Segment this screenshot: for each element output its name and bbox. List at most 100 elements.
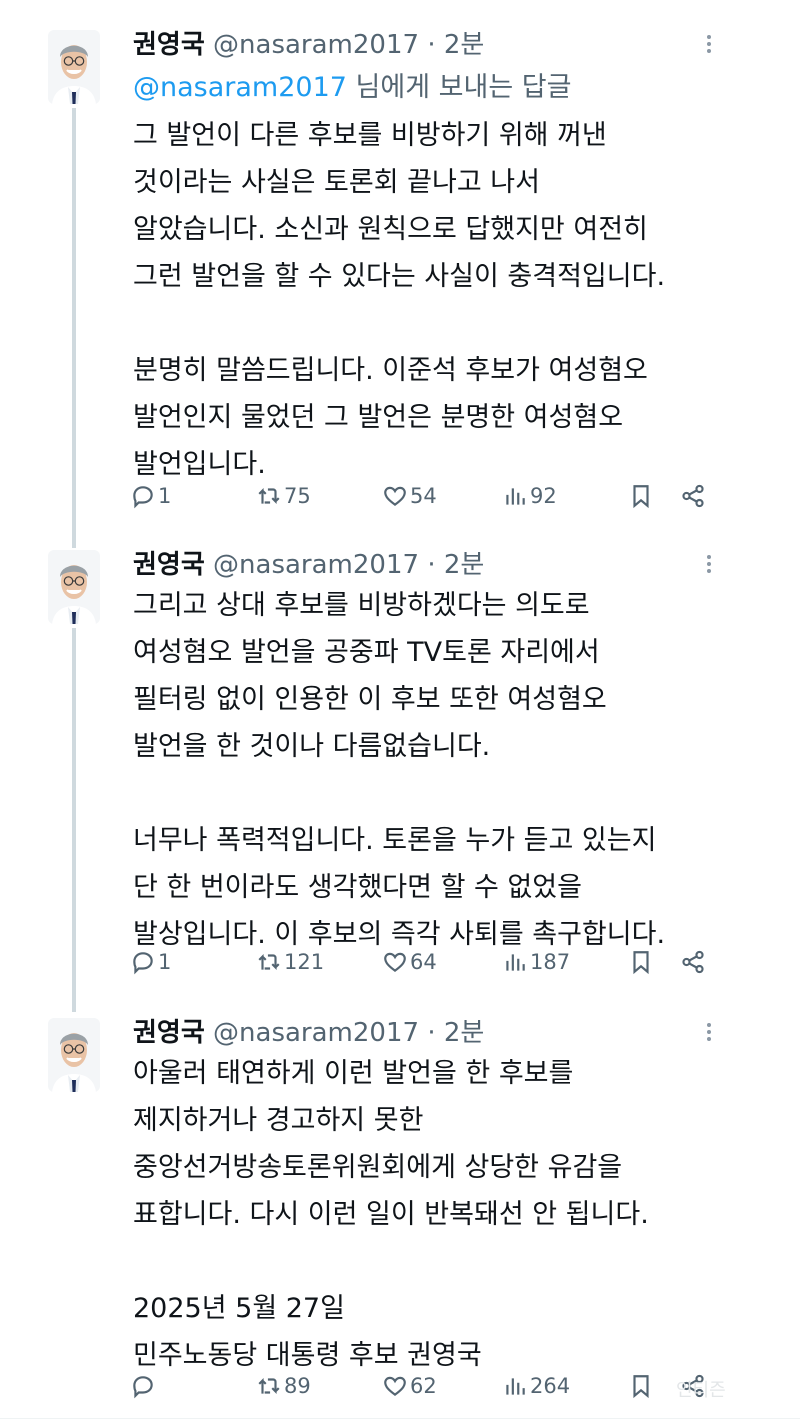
tweet-text-line: 알았습니다. 소신과 원칙으로 답했지만 여전히 (133, 214, 648, 245)
like-button[interactable]: 64 (382, 942, 437, 982)
reply-context: @nasaram2017 님에게 보내는 답글 (133, 70, 571, 106)
repost-count: 75 (284, 484, 311, 508)
paragraph-break (133, 1238, 753, 1285)
tweet-text-line: 너무나 폭력적입니다. 토론을 누가 듣고 있는지 (133, 825, 657, 856)
watermark: 인티즌 (676, 1380, 726, 1401)
separator: · (427, 1018, 436, 1048)
divider (0, 1418, 800, 1419)
bookmark-icon (633, 485, 649, 509)
reply-icon (133, 952, 153, 975)
reply-context-text: 님에게 보내는 답글 (355, 72, 572, 103)
views-icon (506, 488, 525, 505)
tweet-actions: 1 75 54 92 (130, 476, 730, 516)
tweet-text-line: 그리고 상대 후보를 비방하겠다는 의도로 (133, 590, 590, 621)
repost-count: 89 (284, 1374, 311, 1398)
tweet-text-line: 표합니다. 다시 이런 일이 반복돼선 안 됩니다. (133, 1199, 649, 1230)
like-count: 62 (410, 1374, 437, 1398)
tweet-text-line: 아울러 태연하게 이런 발언을 한 후보를 (133, 1058, 574, 1089)
view-count: 187 (530, 950, 571, 974)
author-handle[interactable]: @nasaram2017 (213, 1018, 419, 1048)
share-icon (682, 484, 704, 508)
repost-button[interactable]: 121 (256, 942, 324, 982)
mention-link[interactable]: @nasaram2017 (133, 72, 347, 103)
reply-button[interactable]: 1 (130, 476, 171, 516)
avatar[interactable] (48, 1018, 100, 1092)
like-count: 64 (410, 950, 437, 974)
tweet-text-line: 발언인지 물었던 그 발언은 분명한 여성혐오 (133, 402, 624, 433)
share-button[interactable] (680, 942, 706, 982)
tweet-text-line: 2025년 5월 27일 (133, 1293, 345, 1324)
reply-button[interactable] (130, 1366, 158, 1406)
tweet-text-line: 분명히 말씀드립니다. 이준석 후보가 여성혐오 (133, 355, 648, 386)
bookmark-button[interactable] (628, 476, 654, 516)
tweet-text-line: 발언을 한 것이나 다름없습니다. (133, 731, 491, 762)
more-options-icon[interactable] (700, 552, 718, 582)
avatar[interactable] (48, 550, 100, 624)
repost-icon (258, 487, 280, 505)
view-count: 264 (530, 1374, 571, 1398)
reply-button[interactable]: 1 (130, 942, 171, 982)
repost-icon (258, 953, 280, 971)
tweet-header: 권영국 @nasaram2017 · 2분 (133, 548, 484, 582)
share-icon (682, 950, 704, 974)
view-count: 92 (530, 484, 557, 508)
views-button[interactable]: 92 (502, 476, 557, 516)
heart-icon (384, 486, 406, 507)
repost-icon (258, 1377, 280, 1395)
tweet-header: 권영국 @nasaram2017 · 2분 (133, 1016, 484, 1050)
views-button[interactable]: 187 (502, 942, 570, 982)
views-icon (506, 1378, 525, 1395)
tweet-text-line: 필터링 없이 인용한 이 후보 또한 여성혐오 (133, 684, 607, 715)
tweet-text-line: 여성혐오 발언을 공중파 TV토론 자리에서 (133, 637, 600, 668)
bookmark-button[interactable] (628, 942, 654, 982)
timestamp[interactable]: 2분 (444, 550, 484, 580)
timestamp[interactable]: 2분 (444, 30, 484, 60)
tweet-text-line: 그런 발언을 할 수 있다는 사실이 충격적입니다. (133, 261, 666, 292)
repost-count: 121 (284, 950, 325, 974)
thread-view: 권영국 @nasaram2017 · 2분 @nasaram2017 님에게 보… (0, 0, 800, 1427)
bookmark-icon (633, 1375, 649, 1399)
share-button[interactable] (680, 476, 706, 516)
avatar[interactable] (48, 30, 100, 104)
like-button[interactable]: 54 (382, 476, 437, 516)
bookmark-icon (633, 951, 649, 975)
tweet-text-line: 그 발언이 다른 후보를 비방하기 위해 꺼낸 (133, 120, 607, 151)
views-icon (506, 954, 525, 971)
like-count: 54 (410, 484, 437, 508)
reply-icon (133, 486, 153, 509)
timestamp[interactable]: 2분 (444, 1018, 484, 1048)
like-button[interactable]: 62 (382, 1366, 437, 1406)
author-name[interactable]: 권영국 (133, 1018, 205, 1048)
thread-connector (72, 628, 76, 1012)
repost-button[interactable]: 89 (256, 1366, 311, 1406)
tweet-actions: 89 62 264 (130, 1366, 730, 1406)
reply-icon (133, 1376, 153, 1399)
thread-connector (72, 108, 76, 548)
views-button[interactable]: 264 (502, 1366, 570, 1406)
author-name[interactable]: 권영국 (133, 30, 205, 60)
tweet-text-line: 제지하거나 경고하지 못한 (133, 1105, 424, 1136)
heart-icon (384, 952, 406, 973)
tweet-header: 권영국 @nasaram2017 · 2분 (133, 28, 484, 62)
reply-count: 1 (158, 950, 172, 974)
tweet-text-line: 것이라는 사실은 토론회 끝나고 나서 (133, 167, 540, 198)
separator: · (427, 30, 436, 60)
paragraph-break (133, 770, 753, 817)
tweet-actions: 1 121 64 187 (130, 942, 730, 982)
separator: · (427, 550, 436, 580)
repost-button[interactable]: 75 (256, 476, 311, 516)
tweet-text: 아울러 태연하게 이런 발언을 한 후보를 제지하거나 경고하지 못한 중앙선거… (133, 1050, 753, 1379)
author-handle[interactable]: @nasaram2017 (213, 550, 419, 580)
author-handle[interactable]: @nasaram2017 (213, 30, 419, 60)
reply-count: 1 (158, 484, 172, 508)
more-options-icon[interactable] (700, 32, 718, 62)
author-name[interactable]: 권영국 (133, 550, 205, 580)
more-options-icon[interactable] (700, 1020, 718, 1050)
tweet-text-line: 중앙선거방송토론위원회에게 상당한 유감을 (133, 1152, 623, 1183)
paragraph-break (133, 300, 753, 347)
heart-icon (384, 1376, 406, 1397)
tweet-text-line: 단 한 번이라도 생각했다면 할 수 없었을 (133, 872, 582, 903)
bookmark-button[interactable] (628, 1366, 654, 1406)
tweet-text: 그 발언이 다른 후보를 비방하기 위해 꺼낸 것이라는 사실은 토론회 끝나고… (133, 112, 753, 488)
tweet-text: 그리고 상대 후보를 비방하겠다는 의도로 여성혐오 발언을 공중파 TV토론 … (133, 582, 753, 958)
